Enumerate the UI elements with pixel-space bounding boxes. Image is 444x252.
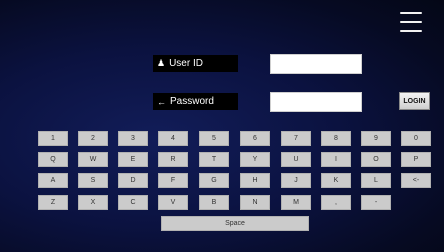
person-icon: ♟: [157, 58, 166, 68]
keyboard-key[interactable]: 0: [401, 131, 431, 146]
password-label: ← Password: [153, 93, 238, 110]
keyboard-key[interactable]: A: [38, 173, 68, 188]
keyboard-key[interactable]: 3: [118, 131, 148, 146]
menu-bar: [400, 21, 422, 23]
keyboard-key[interactable]: R: [158, 152, 188, 167]
keyboard-key[interactable]: C: [118, 195, 148, 210]
keyboard-key[interactable]: ,: [321, 195, 351, 210]
keyboard-key[interactable]: <-: [401, 173, 431, 188]
keyboard-key[interactable]: 7: [281, 131, 311, 146]
user-id-label-text: User ID: [169, 58, 203, 69]
login-button[interactable]: LOGIN: [399, 92, 430, 110]
space-key[interactable]: Space: [161, 216, 309, 231]
keyboard-key[interactable]: N: [240, 195, 270, 210]
arrow-left-icon: ←: [157, 96, 166, 107]
keyboard-key[interactable]: P: [401, 152, 431, 167]
keyboard-key[interactable]: V: [158, 195, 188, 210]
keyboard-key[interactable]: 1: [38, 131, 68, 146]
keyboard-key[interactable]: E: [118, 152, 148, 167]
keyboard-key[interactable]: T: [199, 152, 229, 167]
keyboard-key[interactable]: 6: [240, 131, 270, 146]
keyboard-key[interactable]: U: [281, 152, 311, 167]
keyboard-key[interactable]: J: [281, 173, 311, 188]
menu-bar: [400, 12, 422, 14]
keyboard-key[interactable]: B: [199, 195, 229, 210]
keyboard-key[interactable]: S: [78, 173, 108, 188]
keyboard-key[interactable]: Z: [38, 195, 68, 210]
keyboard-key[interactable]: X: [78, 195, 108, 210]
keyboard-key[interactable]: F: [158, 173, 188, 188]
keyboard-key[interactable]: 5: [199, 131, 229, 146]
keyboard-key[interactable]: 9: [361, 131, 391, 146]
keyboard-key[interactable]: Y: [240, 152, 270, 167]
keyboard-key[interactable]: 4: [158, 131, 188, 146]
keyboard-key[interactable]: H: [240, 173, 270, 188]
keyboard-key[interactable]: W: [78, 152, 108, 167]
keyboard-key[interactable]: D: [118, 173, 148, 188]
keyboard-key[interactable]: O: [361, 152, 391, 167]
password-label-text: Password: [170, 96, 214, 107]
keyboard-key[interactable]: M: [281, 195, 311, 210]
keyboard-key[interactable]: 2: [78, 131, 108, 146]
keyboard-key[interactable]: L: [361, 173, 391, 188]
keyboard-key[interactable]: I: [321, 152, 351, 167]
keyboard-key[interactable]: Q: [38, 152, 68, 167]
menu-bar: [400, 30, 422, 32]
menu-button[interactable]: [400, 12, 422, 32]
password-input[interactable]: [270, 92, 362, 112]
login-screen: ♟ User ID ← Password LOGIN 1234567890QWE…: [0, 0, 444, 252]
keyboard-key[interactable]: -: [361, 195, 391, 210]
user-id-input[interactable]: [270, 54, 362, 74]
user-id-label: ♟ User ID: [153, 55, 238, 72]
keyboard-key[interactable]: 8: [321, 131, 351, 146]
keyboard-key[interactable]: G: [199, 173, 229, 188]
keyboard-key[interactable]: K: [321, 173, 351, 188]
